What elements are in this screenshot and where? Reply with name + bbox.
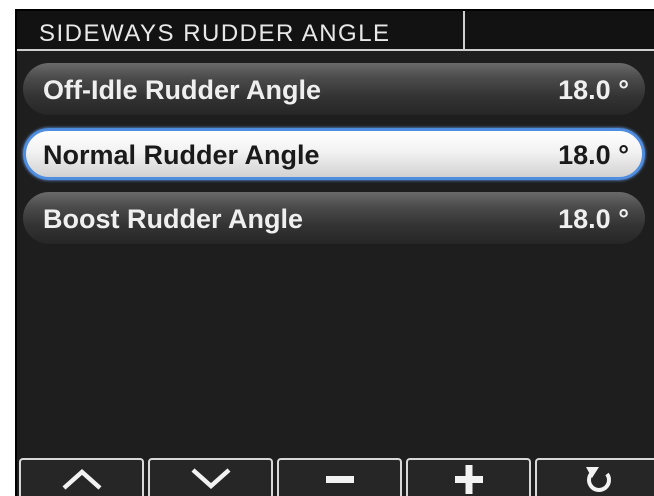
softkey-bar xyxy=(17,458,654,496)
menu-item-value: 18.0 ° xyxy=(558,140,629,170)
title-bar: SIDEWAYS RUDDER ANGLE xyxy=(17,11,654,51)
display-screen: SIDEWAYS RUDDER ANGLE Off-Idle Rudder An… xyxy=(15,9,654,496)
plus-icon xyxy=(454,465,483,494)
softkey-minus-button[interactable] xyxy=(277,458,402,496)
menu-item-label: Boost Rudder Angle xyxy=(43,204,303,234)
menu-item-label: Normal Rudder Angle xyxy=(43,140,320,170)
menu-item-off-idle-rudder-angle[interactable]: Off-Idle Rudder Angle 18.0 ° xyxy=(23,63,645,115)
minus-icon xyxy=(325,476,354,483)
softkey-up-button[interactable] xyxy=(19,458,144,496)
menu-item-boost-rudder-angle[interactable]: Boost Rudder Angle 18.0 ° xyxy=(23,192,645,244)
title-divider xyxy=(463,11,465,49)
chevron-down-icon xyxy=(191,468,230,490)
menu-item-value: 18.0 ° xyxy=(558,75,629,105)
menu-item-value: 18.0 ° xyxy=(558,204,629,234)
softkey-down-button[interactable] xyxy=(148,458,273,496)
softkey-plus-button[interactable] xyxy=(406,458,531,496)
menu-item-normal-rudder-angle[interactable]: Normal Rudder Angle 18.0 ° xyxy=(23,128,645,180)
back-arrow-icon xyxy=(585,467,611,492)
page-title: SIDEWAYS RUDDER ANGLE xyxy=(39,20,391,47)
chevron-up-icon xyxy=(62,468,101,490)
menu-item-label: Off-Idle Rudder Angle xyxy=(43,75,321,105)
softkey-back-button[interactable] xyxy=(535,458,654,496)
